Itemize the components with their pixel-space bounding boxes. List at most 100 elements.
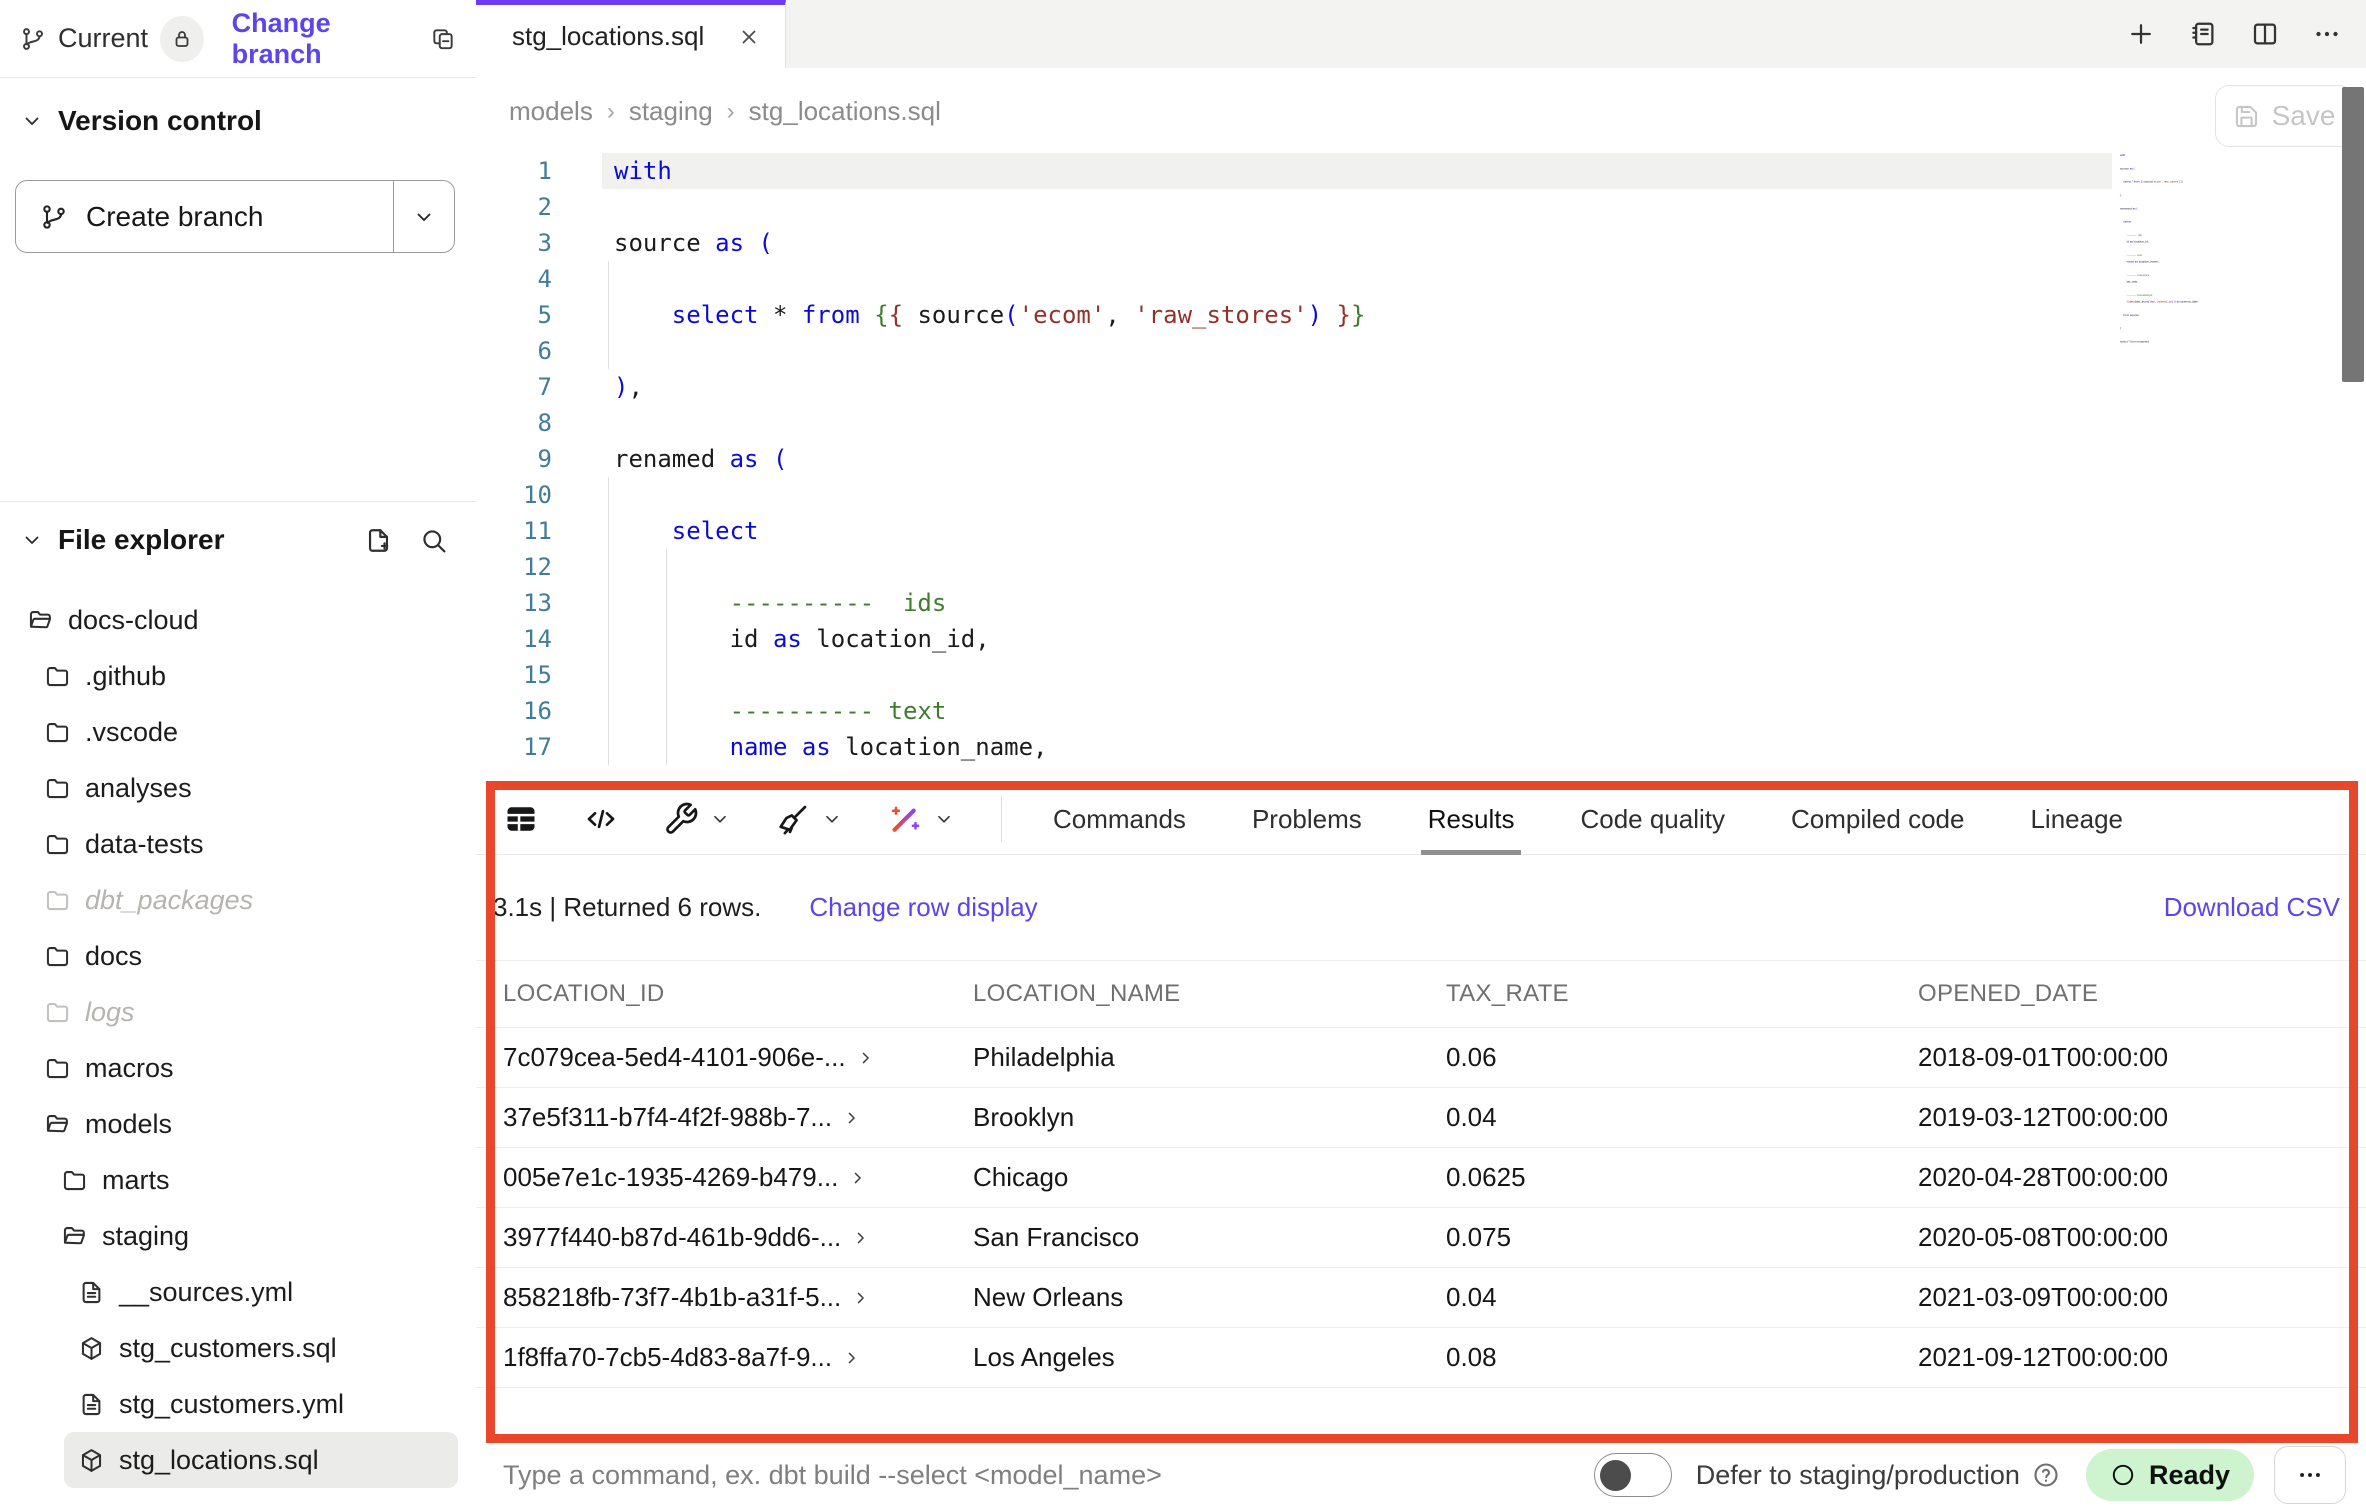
file-tree-item--vscode[interactable]: .vscode xyxy=(0,704,476,760)
dbt-cloud-ide: Current Change branch Version control Cr… xyxy=(0,0,2366,1508)
code-text: tax_rate, xyxy=(2120,279,2138,286)
panel-tab-lineage[interactable]: Lineage xyxy=(2030,783,2123,855)
code-text: with xyxy=(2120,152,2125,159)
main-area: stg_locations.sql models›staging›stg_loc… xyxy=(476,0,2366,1508)
save-button[interactable]: Save xyxy=(2215,85,2353,147)
cell-location-name: Philadelphia xyxy=(973,1042,1446,1073)
chevron-right-icon[interactable] xyxy=(848,1168,868,1188)
folder-icon xyxy=(44,943,71,970)
chevron-right-icon[interactable] xyxy=(856,1048,876,1068)
sidebar: Current Change branch Version control Cr… xyxy=(0,0,477,1508)
breadcrumb-item[interactable]: stg_locations.sql xyxy=(749,96,941,127)
search-icon[interactable] xyxy=(419,526,448,555)
new-tab-icon[interactable] xyxy=(2126,19,2156,49)
chevron-down-icon xyxy=(20,528,44,552)
close-icon[interactable] xyxy=(737,25,761,49)
magic-wand-icon[interactable] xyxy=(887,801,923,837)
chevron-down-icon[interactable] xyxy=(709,808,731,830)
code-line: ) xyxy=(2120,325,2335,332)
panel-tab-results[interactable]: Results xyxy=(1428,783,1515,855)
file-tree-item-data-tests[interactable]: data-tests xyxy=(0,816,476,872)
panel-tab-compiled-code[interactable]: Compiled code xyxy=(1791,783,1964,855)
help-icon[interactable] xyxy=(2032,1461,2060,1489)
editor-tab-stg-locations[interactable]: stg_locations.sql xyxy=(476,0,786,68)
ready-status-badge[interactable]: Ready xyxy=(2086,1449,2254,1501)
code-view-icon[interactable] xyxy=(583,801,619,837)
code-line xyxy=(2120,225,2335,232)
file-tree-item-stg-customers-sql[interactable]: stg_customers.sql xyxy=(0,1320,476,1376)
file-tree-item-analyses[interactable]: analyses xyxy=(0,760,476,816)
file-tree-item-stg-locations-sql[interactable]: stg_locations.sql xyxy=(64,1432,458,1488)
code-line: with xyxy=(2120,152,2335,159)
indent-guide xyxy=(608,513,609,549)
breadcrumb-item[interactable]: staging xyxy=(629,96,713,127)
breadcrumb-item[interactable]: models xyxy=(509,96,593,127)
lint-broom-icon[interactable] xyxy=(775,801,811,837)
chevron-down-icon[interactable] xyxy=(933,808,955,830)
defer-toggle[interactable] xyxy=(1594,1453,1672,1497)
code-text: ---------- timestamps xyxy=(2120,292,2152,299)
cell-tax-rate: 0.08 xyxy=(1446,1342,1918,1373)
panel-tab-code-quality[interactable]: Code quality xyxy=(1580,783,1725,855)
column-header: LOCATION_ID xyxy=(503,980,973,1008)
cell-opened-date: 2021-09-12T00:00:00 xyxy=(1918,1342,2366,1373)
cell-text: 37e5f311-b7f4-4f2f-988b-7... xyxy=(503,1102,832,1133)
file-tree-item-logs[interactable]: logs xyxy=(0,984,476,1040)
command-input[interactable]: Type a command, ex. dbt build --select <… xyxy=(503,1460,1594,1491)
code-line xyxy=(2120,332,2335,339)
code-line xyxy=(2120,212,2335,219)
breadcrumb-separator: › xyxy=(727,98,735,126)
line-number: 16 xyxy=(476,693,552,729)
folder-open-icon xyxy=(61,1223,88,1250)
file-tree-item-label: stg_locations.sql xyxy=(119,1445,319,1476)
chevron-right-icon[interactable] xyxy=(851,1288,871,1308)
new-file-icon[interactable] xyxy=(364,526,393,555)
version-control-header[interactable]: Version control xyxy=(0,96,476,146)
file-tree-item-dbt-packages[interactable]: dbt_packages xyxy=(0,872,476,928)
cell-opened-date: 2020-04-28T00:00:00 xyxy=(1918,1162,2366,1193)
code-lines[interactable]: 1with23source as (45 select * from {{ so… xyxy=(476,153,2366,765)
chevron-right-icon[interactable] xyxy=(851,1228,871,1248)
file-tree-item-staging[interactable]: staging xyxy=(0,1208,476,1264)
copy-icon[interactable] xyxy=(430,26,456,52)
file-explorer-header[interactable]: File explorer xyxy=(0,515,476,565)
cell-tax-rate: 0.06 xyxy=(1446,1042,1918,1073)
notebook-icon[interactable] xyxy=(2188,19,2218,49)
change-branch-link[interactable]: Change branch xyxy=(232,8,418,70)
minimap[interactable]: withsource as ( select * from {{ source(… xyxy=(2120,152,2335,482)
build-wrench-icon[interactable] xyxy=(663,801,699,837)
change-row-display-link[interactable]: Change row display xyxy=(809,892,1037,923)
line-number: 9 xyxy=(476,441,552,477)
code-text: ---------- ids xyxy=(614,585,946,621)
file-tree-item-label: stg_customers.sql xyxy=(119,1333,337,1364)
file-tree-item-docs[interactable]: docs xyxy=(0,928,476,984)
panel-tab-problems[interactable]: Problems xyxy=(1252,783,1362,855)
file-tree-item--sources-yml[interactable]: __sources.yml xyxy=(0,1264,476,1320)
code-line: 1with xyxy=(476,153,2366,189)
file-tree-item-models[interactable]: models xyxy=(0,1096,476,1152)
chevron-right-icon[interactable] xyxy=(842,1108,862,1128)
file-tree-item-macros[interactable]: macros xyxy=(0,1040,476,1096)
line-number: 5 xyxy=(476,297,552,333)
command-more-button[interactable] xyxy=(2274,1446,2346,1504)
download-csv-link[interactable]: Download CSV xyxy=(2164,892,2340,923)
create-branch-dropdown[interactable] xyxy=(393,181,454,252)
table-view-icon[interactable] xyxy=(503,801,539,837)
more-options-icon[interactable] xyxy=(2312,19,2342,49)
file-tree-item--github[interactable]: .github xyxy=(0,648,476,704)
file-tree-item-docs-cloud[interactable]: docs-cloud xyxy=(0,592,476,648)
editor-scrollbar[interactable] xyxy=(2342,87,2364,382)
file-tree-item-stg-customers-yml[interactable]: stg_customers.yml xyxy=(0,1376,476,1432)
create-branch-button[interactable]: Create branch xyxy=(15,180,455,253)
git-branch-icon xyxy=(40,203,68,231)
chevron-right-icon[interactable] xyxy=(842,1348,862,1368)
panel-tab-commands[interactable]: Commands xyxy=(1053,783,1186,855)
code-line: ), xyxy=(2120,192,2335,199)
code-line: 17 name as location_name, xyxy=(476,729,2366,765)
file-tree-item-marts[interactable]: marts xyxy=(0,1152,476,1208)
chevron-down-icon[interactable] xyxy=(821,808,843,830)
code-text: ---------- text xyxy=(614,693,946,729)
code-editor[interactable]: models›staging›stg_locations.sql Save 1w… xyxy=(476,68,2366,783)
split-pane-icon[interactable] xyxy=(2250,19,2280,49)
indent-guide xyxy=(608,693,609,729)
